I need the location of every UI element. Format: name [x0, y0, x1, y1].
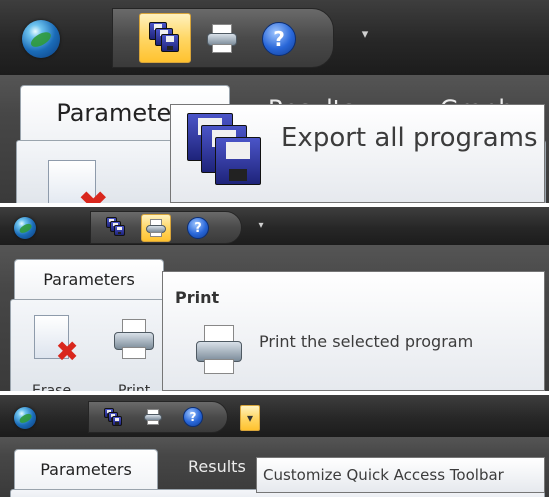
tooltip-description: Print the selected program — [259, 332, 474, 351]
erase-icon[interactable]: ✖ — [34, 315, 79, 365]
qat-dropdown-icon[interactable]: ▾ — [256, 221, 266, 231]
quick-access-toolbar: ? — [112, 8, 334, 68]
tab-parameters[interactable]: Parameters — [14, 449, 158, 489]
help-button[interactable]: ? — [181, 405, 205, 429]
tooltip-text: Customize Quick Access Toolbar — [263, 466, 504, 484]
panel-customize-tooltip: ? ▾ Parameters Results Customize Quick A… — [0, 395, 549, 497]
panel-print-tooltip: ? ▾ Parameters ✖ Erase Print Print Print… — [0, 207, 549, 391]
customize-tooltip: Customize Quick Access Toolbar — [256, 457, 545, 493]
print-button[interactable] — [141, 405, 165, 429]
print-icon — [205, 22, 239, 54]
export-programs-button[interactable] — [139, 13, 191, 63]
help-icon: ? — [183, 407, 203, 427]
print-icon[interactable] — [112, 317, 156, 361]
export-programs-icon — [149, 22, 181, 54]
erase-icon[interactable]: ✖ — [48, 160, 109, 203]
title-bar — [0, 207, 549, 245]
qat-dropdown-icon[interactable]: ▾ — [358, 28, 372, 42]
erase-label: Erase — [32, 383, 72, 391]
export-programs-button[interactable] — [103, 214, 129, 240]
print-button[interactable] — [201, 17, 243, 59]
tab-results[interactable]: Results — [188, 457, 246, 476]
export-tooltip: Export all programs — [170, 104, 545, 203]
print-icon — [145, 218, 167, 238]
print-label: Print — [118, 383, 151, 391]
tooltip-title: Export all programs — [281, 123, 538, 153]
quick-access-toolbar: ? — [88, 401, 228, 433]
app-orb-icon[interactable] — [14, 217, 36, 239]
help-icon: ? — [262, 22, 296, 56]
app-orb-icon[interactable] — [14, 407, 36, 429]
tab-parameters-label: Parameters — [40, 460, 132, 479]
print-tooltip: Print Print the selected program — [162, 271, 545, 391]
qat-dropdown-icon[interactable]: ▾ — [240, 405, 260, 431]
export-programs-icon — [187, 113, 267, 193]
help-button[interactable]: ? — [259, 19, 299, 59]
print-icon — [193, 322, 245, 376]
print-icon — [143, 408, 163, 426]
export-programs-button[interactable] — [101, 405, 125, 429]
tooltip-title: Print — [175, 288, 220, 307]
export-programs-icon — [104, 408, 122, 426]
quick-access-toolbar: ? — [90, 211, 242, 244]
panel-export-tooltip: ? ▾ Parameters Results Graph ✖ Export al… — [0, 0, 549, 203]
tab-parameters[interactable]: Parameters — [14, 259, 164, 299]
app-orb-icon[interactable] — [22, 20, 60, 58]
tab-parameters-label: Parameters — [43, 270, 135, 289]
print-button[interactable] — [141, 214, 171, 242]
help-button[interactable]: ? — [185, 215, 211, 241]
help-icon: ? — [187, 217, 209, 239]
title-bar — [0, 395, 549, 437]
export-programs-icon — [106, 217, 126, 237]
